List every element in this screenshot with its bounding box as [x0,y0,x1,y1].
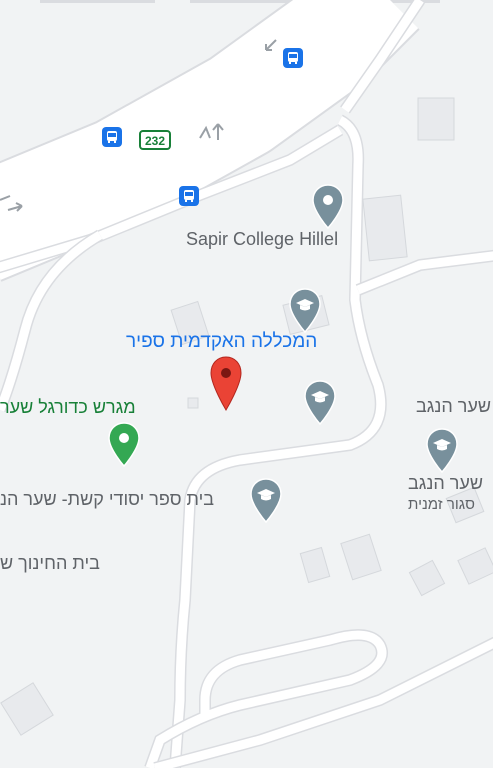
shaar-hanegev-top-label[interactable]: שער הנגב [416,396,493,417]
dropped-pin-icon[interactable] [210,356,242,417]
bus-stop-icon[interactable] [283,48,303,73]
bus-stop-icon[interactable] [179,186,199,211]
sapir-academic-label[interactable]: המכללה האקדמית ספיר [126,331,340,353]
shaar-hanegev-name-label[interactable]: שער הנגב [408,473,484,494]
building [417,97,455,141]
school-icon[interactable] [250,478,282,529]
route-232-shield: 232 [139,130,171,150]
sapir-hillel-label[interactable]: Sapir College Hillel [186,229,338,250]
building [362,194,408,262]
map-base [0,0,493,768]
school-icon[interactable] [304,380,336,431]
route-number: 232 [144,134,166,148]
school-icon[interactable] [426,428,458,479]
map-canvas[interactable]: 232 Sapir College Hillel המכללה האקדמית … [0,0,493,768]
bus-stop-icon[interactable] [102,127,122,152]
football-field-label[interactable]: מגרש כדורגל שער [0,397,158,418]
place-pin-icon[interactable] [312,184,344,235]
keshet-school-label[interactable]: בית ספר יסודי קשת- שער הנ [0,489,247,510]
shaar-hanegev-status-label: סגור זמנית [408,496,475,513]
park-pin-icon[interactable] [108,422,140,473]
building [187,397,199,409]
education-house-label[interactable]: בית החינוך ש [0,553,121,574]
